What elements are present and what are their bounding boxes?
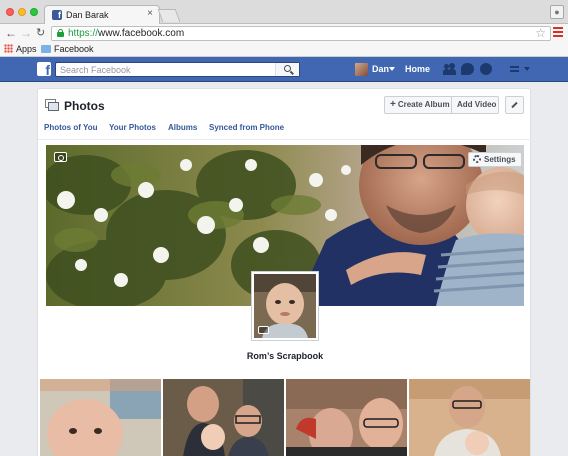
home-link[interactable]: Home (405, 64, 430, 74)
folder-icon (41, 45, 51, 53)
plus-icon: + (390, 99, 396, 110)
search-icon (284, 65, 291, 72)
edit-button[interactable] (505, 96, 524, 114)
apps-grid-icon (4, 44, 13, 53)
minimize-window-button[interactable] (18, 8, 26, 16)
messages-icon[interactable] (461, 63, 474, 75)
album-photo[interactable] (286, 379, 407, 456)
album-thumbnail[interactable] (252, 272, 318, 340)
account-menu-icon[interactable] (510, 64, 530, 74)
address-bar[interactable]: https://www.facebook.com ☆ (51, 26, 551, 41)
facebook-favicon-icon: f (52, 10, 62, 20)
browser-profile-icon[interactable]: ● (550, 5, 564, 19)
tab-synced-from-phone[interactable]: Synced from Phone (209, 123, 284, 132)
browser-toolbar: ← → ↻ https://www.facebook.com ☆ (0, 24, 568, 43)
album-photo[interactable] (40, 379, 161, 456)
new-tab-button[interactable] (157, 9, 181, 22)
gear-icon (473, 155, 481, 163)
photos-card: Photos + Create Album Add Video Photos of… (37, 88, 532, 456)
album-photo-image (409, 379, 530, 456)
friend-requests-icon[interactable] (443, 63, 456, 75)
profile-name: Dan (372, 64, 390, 74)
tab-albums[interactable]: Albums (168, 123, 197, 132)
create-album-button[interactable]: + Create Album (384, 96, 452, 114)
address-bar-url[interactable]: https://www.facebook.com (68, 28, 184, 39)
album-photo-image (286, 379, 407, 456)
secure-lock-icon (57, 29, 64, 37)
cover-settings-button[interactable]: Settings (468, 152, 522, 167)
camera-icon[interactable] (258, 326, 269, 334)
browser-menu-icon[interactable] (553, 27, 563, 37)
page-title[interactable]: Photos (64, 99, 105, 113)
tab-your-photos[interactable]: Your Photos (109, 123, 156, 132)
search-button[interactable] (275, 63, 299, 76)
facebook-search (55, 62, 300, 77)
browser-tabstrip: f Dan Barak × ● (0, 0, 568, 24)
add-video-button[interactable]: Add Video (451, 96, 499, 114)
bookmarks-bar: Apps Facebook (0, 43, 568, 57)
album-photo-image (163, 379, 284, 456)
tab-close-icon[interactable]: × (147, 8, 153, 19)
bookmark-facebook[interactable]: Facebook (41, 44, 94, 54)
notifications-globe-icon[interactable] (480, 63, 492, 75)
chevron-down-icon (389, 67, 395, 71)
avatar (355, 63, 368, 76)
zoom-window-button[interactable] (30, 8, 38, 16)
back-arrow-icon[interactable]: ← (5, 26, 17, 40)
facebook-top-bar: f Dan Home (0, 57, 568, 82)
tab-photos-of-you[interactable]: Photos of You (44, 123, 97, 132)
pencil-icon (511, 101, 518, 109)
camera-icon[interactable] (54, 152, 67, 162)
search-input[interactable] (56, 63, 271, 76)
bookmark-apps[interactable]: Apps (4, 44, 37, 54)
divider (38, 139, 532, 140)
reload-icon[interactable]: ↻ (36, 26, 45, 39)
forward-arrow-icon[interactable]: → (20, 26, 32, 40)
album-photo[interactable] (163, 379, 284, 456)
facebook-logo-icon[interactable]: f (37, 62, 51, 76)
tab-title: Dan Barak (66, 10, 109, 20)
browser-tab-active[interactable]: f Dan Barak × (44, 5, 160, 24)
album-title[interactable]: Rom’s Scrapbook (38, 351, 532, 361)
bookmark-star-icon[interactable]: ☆ (535, 26, 546, 40)
close-window-button[interactable] (6, 8, 14, 16)
photos-icon (45, 99, 59, 111)
album-photo-image (40, 379, 161, 456)
album-photo[interactable] (409, 379, 530, 456)
